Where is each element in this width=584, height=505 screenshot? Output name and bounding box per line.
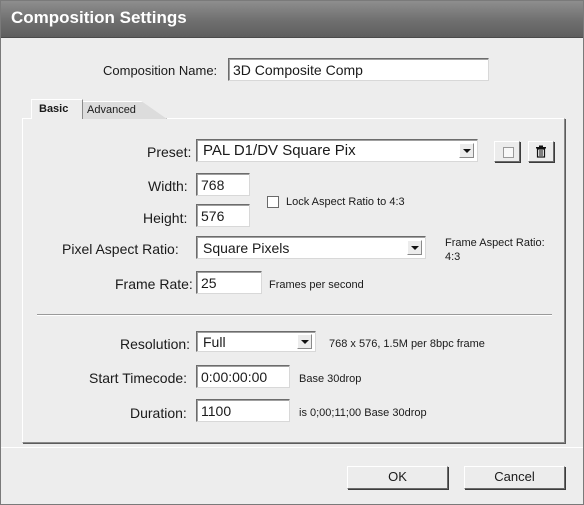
footer-divider [1, 447, 583, 448]
width-label: Width: [148, 178, 188, 194]
resolution-label: Resolution: [120, 336, 191, 352]
frame-aspect-value: 4:3 [445, 251, 461, 263]
duration-input[interactable] [196, 399, 290, 422]
resolution-select[interactable]: Full [196, 331, 316, 352]
composition-name-input[interactable] [228, 58, 489, 81]
trash-icon [536, 145, 546, 158]
start-timecode-info: Base 30drop [299, 373, 362, 385]
composition-name-label: Composition Name: [103, 63, 218, 78]
tab-basic[interactable]: Basic [31, 99, 83, 119]
frame-rate-input[interactable] [196, 271, 262, 294]
ok-button[interactable]: OK [347, 466, 448, 489]
preset-label: Preset: [147, 144, 192, 160]
duration-label: Duration: [130, 405, 187, 421]
preset-select[interactable]: PAL D1/DV Square Pix [196, 139, 478, 162]
height-label: Height: [143, 210, 188, 226]
delete-preset-button[interactable] [528, 141, 554, 162]
start-timecode-input[interactable] [196, 365, 290, 388]
dialog-title: Composition Settings [11, 8, 187, 27]
chevron-down-icon[interactable] [407, 240, 422, 255]
resolution-info: 768 x 576, 1.5M per 8bpc frame [329, 338, 485, 350]
pixel-aspect-label: Pixel Aspect Ratio: [62, 241, 179, 257]
start-timecode-label: Start Timecode: [89, 370, 188, 386]
save-preset-icon [503, 147, 514, 158]
chevron-down-icon[interactable] [459, 143, 474, 158]
chevron-down-icon[interactable] [297, 334, 312, 349]
duration-info: is 0;00;11;00 Base 30drop [299, 407, 427, 419]
composition-settings-dialog: Composition Settings Composition Name: A… [0, 0, 584, 505]
frame-rate-unit: Frames per second [269, 279, 364, 291]
title-bar[interactable]: Composition Settings [1, 1, 583, 38]
frame-aspect-label: Frame Aspect Ratio: [445, 237, 545, 249]
width-input[interactable] [196, 173, 250, 196]
pixel-aspect-select[interactable]: Square Pixels [196, 236, 426, 259]
height-input[interactable] [196, 204, 250, 227]
lock-aspect-checkbox[interactable] [267, 196, 279, 208]
lock-aspect-label: Lock Aspect Ratio to 4:3 [286, 196, 405, 208]
cancel-button[interactable]: Cancel [464, 466, 565, 489]
tab-advanced[interactable]: Advanced [81, 101, 167, 119]
frame-rate-label: Frame Rate: [115, 276, 193, 292]
resolution-value: Full [203, 334, 226, 350]
save-preset-button[interactable] [494, 141, 520, 162]
section-divider [37, 314, 552, 316]
pixel-aspect-value: Square Pixels [203, 240, 290, 256]
preset-value: PAL D1/DV Square Pix [203, 142, 356, 159]
